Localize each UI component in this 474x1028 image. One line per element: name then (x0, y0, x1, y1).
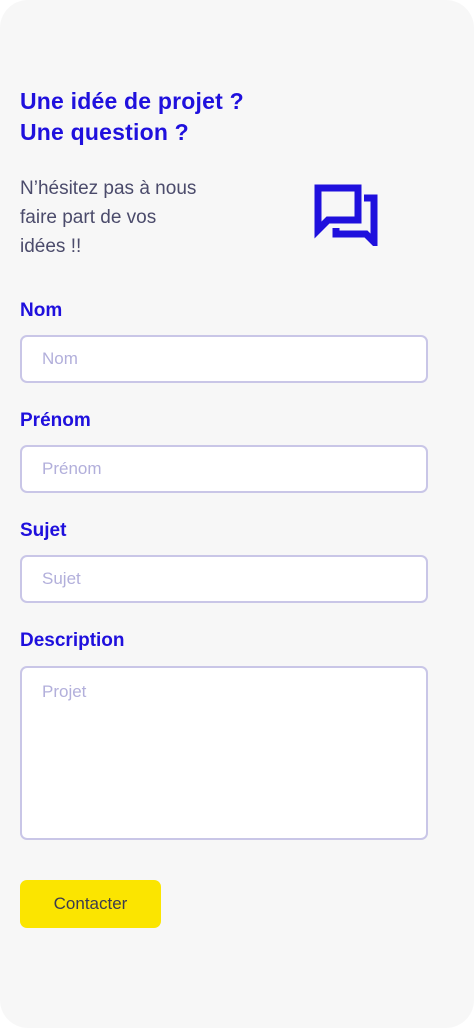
intro-line-3: idées !! (20, 236, 82, 257)
prenom-input[interactable] (20, 445, 428, 493)
nom-input[interactable] (20, 335, 428, 383)
intro-line-1: N’hésitez pas à nous (20, 178, 197, 199)
intro-line-2: faire part de vos (20, 207, 157, 228)
description-textarea[interactable] (20, 666, 428, 840)
sujet-label: Sujet (20, 520, 67, 541)
title-line-1: Une idée de projet ? (20, 88, 244, 114)
nom-label: Nom (20, 300, 63, 321)
chat-bubbles-icon (314, 184, 378, 246)
sujet-input[interactable] (20, 555, 428, 603)
title-line-2: Une question ? (20, 119, 189, 145)
description-label: Description (20, 630, 125, 651)
intro-text: N’hésitez pas à nous faire part de vos i… (20, 174, 280, 261)
prenom-label: Prénom (20, 410, 91, 431)
contact-submit-button[interactable]: Contacter (20, 880, 161, 928)
page-title: Une idée de projet ? Une question ? (20, 86, 440, 148)
contact-card: Une idée de projet ? Une question ? N’hé… (0, 0, 474, 1028)
